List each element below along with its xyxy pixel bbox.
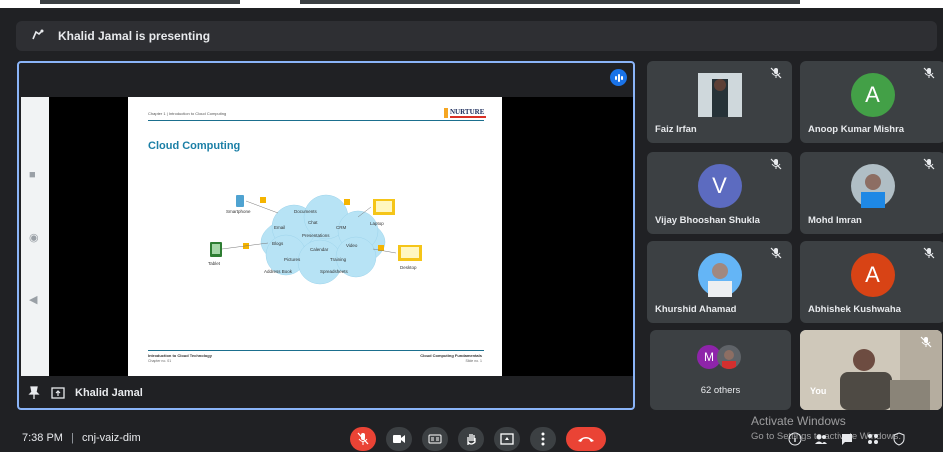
- others-count: 62 others: [700, 385, 741, 396]
- slide-footer-right-sub: Slide no. 1: [465, 359, 482, 363]
- present-now-button[interactable]: [494, 427, 520, 451]
- others-tile[interactable]: M 62 others: [650, 330, 791, 410]
- participant-name: Faiz Irfan: [655, 124, 697, 135]
- mic-muted-icon: [923, 247, 935, 259]
- top-strip: [0, 0, 943, 8]
- captions-button[interactable]: [422, 427, 448, 451]
- participant-name: Abhishek Kushwaha: [808, 304, 901, 315]
- slide-title: Cloud Computing: [148, 140, 241, 152]
- participant-name: Mohd Imran: [808, 215, 862, 226]
- mic-muted-icon: [770, 158, 782, 170]
- presentation-viewer: ■ ◉ ◀ Chapter 1 | Introduction to Cloud …: [21, 97, 633, 376]
- participant-name: Vijay Bhooshan Shukla: [655, 215, 760, 226]
- slide-chapter: Chapter 1 | Introduction to Cloud Comput…: [148, 111, 227, 116]
- avatar: [697, 253, 742, 297]
- slide-viewer-sidebar: ■ ◉ ◀: [21, 97, 49, 376]
- slide-footer-left: Introduction to Cloud Technology: [148, 353, 212, 358]
- participant-tile-mohd-imran[interactable]: Mohd Imran: [800, 152, 943, 234]
- participant-tile-abhishek-kushwaha[interactable]: A Abhishek Kushwaha: [800, 241, 943, 323]
- raise-hand-button[interactable]: [458, 427, 484, 451]
- people-icon[interactable]: [814, 432, 828, 446]
- participant-tile-anoop-kumar-mishra[interactable]: A Anoop Kumar Mishra: [800, 61, 943, 143]
- participant-name: Khurshid Ahamad: [655, 304, 737, 315]
- slide-footer-left-sub: Chapter no. 01: [148, 359, 172, 363]
- avatar-letter: A: [850, 73, 895, 117]
- stop-square-icon[interactable]: ■: [29, 169, 36, 181]
- self-label: You: [810, 386, 827, 396]
- participant-tile-khurshid-ahamad[interactable]: Khurshid Ahamad: [647, 241, 792, 323]
- presenter-name: Khalid Jamal: [75, 387, 143, 399]
- mic-muted-icon: [920, 336, 932, 348]
- mic-muted-icon: [923, 158, 935, 170]
- camera-toggle-button[interactable]: [386, 427, 412, 451]
- info-icon[interactable]: [788, 432, 802, 446]
- captions-icon: [428, 434, 442, 444]
- meeting-time: 7:38 PM: [22, 432, 63, 444]
- host-controls-icon[interactable]: [892, 432, 906, 446]
- avatar-letter: V: [697, 164, 742, 208]
- meeting-code: cnj-vaiz-dim: [81, 432, 141, 444]
- mic-muted-icon: [770, 247, 782, 259]
- avatar: [717, 345, 741, 369]
- nurture-logo: NURTURE: [444, 105, 488, 121]
- hang-up-icon: [578, 437, 594, 442]
- presentation-stage[interactable]: ■ ◉ ◀ Chapter 1 | Introduction to Cloud …: [17, 61, 635, 410]
- side-panel-buttons: [788, 432, 906, 446]
- avatar: [697, 73, 742, 117]
- record-circle-icon[interactable]: ◉: [29, 231, 39, 244]
- avatar-letter: A: [850, 253, 895, 297]
- more-options-button[interactable]: [530, 427, 556, 451]
- chat-icon[interactable]: [840, 432, 854, 446]
- pin-icon[interactable]: [27, 386, 41, 400]
- slide: Chapter 1 | Introduction to Cloud Comput…: [128, 97, 502, 376]
- mic-muted-icon: [770, 67, 782, 79]
- mic-off-icon: [357, 432, 369, 445]
- present-hand-icon: [30, 28, 46, 44]
- participant-tile-faiz-irfan[interactable]: Faiz Irfan: [647, 61, 792, 143]
- activities-icon[interactable]: [866, 432, 880, 446]
- windows-activation-watermark: Activate Windows: [751, 414, 846, 428]
- avatar: [850, 164, 895, 208]
- stage-bottom-bar: Khalid Jamal: [19, 378, 633, 408]
- cloud-diagram: Smartphone Laptop Tablet Desktop Documen…: [208, 187, 438, 297]
- back-triangle-icon[interactable]: ◀: [29, 293, 37, 306]
- present-screen-icon: [500, 433, 514, 445]
- presenting-banner: Khalid Jamal is presenting: [16, 21, 937, 51]
- camera-icon: [393, 435, 405, 443]
- participant-tile-vijay-bhooshan-shukla[interactable]: V Vijay Bhooshan Shukla: [647, 152, 792, 234]
- leave-call-button[interactable]: [566, 427, 606, 451]
- self-view-tile[interactable]: You: [800, 330, 942, 410]
- participant-name: Anoop Kumar Mishra: [808, 124, 905, 135]
- raise-hand-icon: [467, 434, 476, 445]
- mic-toggle-button[interactable]: [350, 427, 376, 451]
- audio-level-icon: [610, 69, 627, 86]
- more-vert-icon: [541, 432, 545, 446]
- presenting-text: Khalid Jamal is presenting: [58, 29, 211, 43]
- meeting-info: 7:38 PM | cnj-vaiz-dim: [22, 432, 141, 444]
- mic-muted-icon: [923, 67, 935, 79]
- present-screen-icon[interactable]: [51, 386, 65, 400]
- slide-footer-right: Cloud Computing Fundamentals: [420, 353, 482, 358]
